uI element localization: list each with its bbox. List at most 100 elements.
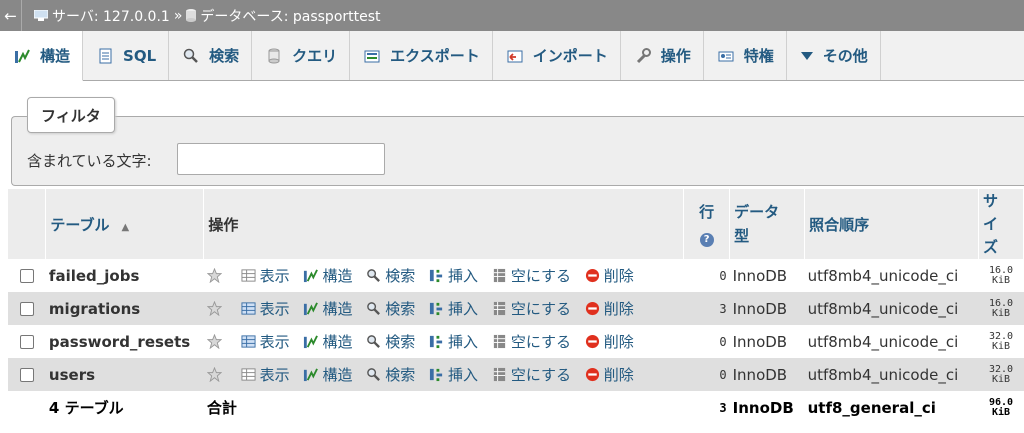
empty-action[interactable]: 空にする (492, 298, 571, 319)
insert-icon (429, 269, 443, 282)
row-collation: utf8mb4_unicode_ci (804, 292, 979, 325)
drop-action[interactable]: 削除 (585, 364, 634, 385)
browse-action[interactable]: 表示 (241, 298, 290, 319)
empty-action[interactable]: 空にする (492, 265, 571, 286)
header-actions: 操作 (203, 189, 685, 259)
help-icon[interactable]: ? (699, 233, 714, 247)
favorite-star-icon[interactable] (206, 333, 222, 349)
table-name-link[interactable]: password_resets (45, 325, 204, 358)
insert-label: 挿入 (448, 332, 479, 351)
summary-row: 4 テーブル 合計 3 InnoDB utf8_general_ci 96.0 K… (8, 391, 1024, 424)
row-actions: 表示 構造 検索 挿入 空にする 削除 (203, 259, 684, 292)
insert-action[interactable]: 挿入 (429, 331, 478, 352)
browse-label: 表示 (259, 299, 290, 318)
tab-query[interactable]: クエリ (252, 31, 351, 80)
favorite-star-icon[interactable] (206, 267, 222, 283)
insert-action[interactable]: 挿入 (429, 298, 478, 319)
favorite-star-icon[interactable] (206, 366, 222, 382)
row-checkbox[interactable] (19, 269, 34, 283)
structure-action[interactable]: 構造 (303, 298, 352, 319)
tab-export[interactable]: エクスポート (350, 31, 493, 80)
empty-action[interactable]: 空にする (492, 331, 571, 352)
tab-sql[interactable]: SQL (83, 31, 170, 80)
row-size[interactable]: 32.0 KiB (978, 358, 1024, 391)
insert-icon (429, 335, 443, 348)
row-checkbox[interactable] (19, 302, 34, 316)
insert-label: 挿入 (448, 365, 479, 384)
browse-action[interactable]: 表示 (241, 331, 290, 352)
structure-label: 構造 (322, 266, 353, 285)
tab-search[interactable]: 検索 (169, 31, 253, 80)
structure-action[interactable]: 構造 (303, 364, 352, 385)
row-count: 0 (683, 259, 730, 292)
structure-icon (304, 367, 319, 381)
tab-import[interactable]: インポート (493, 31, 621, 80)
insert-icon (429, 368, 443, 381)
empty-table-icon (493, 268, 505, 282)
row-actions: 表示 構造 検索 挿入 空にする 削除 (203, 325, 684, 358)
header-rows-label: 行 (699, 203, 715, 221)
header-size[interactable]: サイズ (978, 189, 1024, 259)
structure-icon (304, 301, 319, 315)
browse-label: 表示 (259, 266, 290, 285)
row-actions: 表示 構造 検索 挿入 空にする 削除 (203, 292, 684, 325)
row-size-unit: KiB (991, 274, 1011, 286)
header-collation[interactable]: 照合順序 (804, 189, 980, 259)
browse-action[interactable]: 表示 (241, 364, 290, 385)
server-icon (34, 10, 48, 21)
row-checkbox[interactable] (19, 335, 34, 349)
row-size[interactable]: 16.0 KiB (978, 292, 1024, 325)
search-action[interactable]: 検索 (366, 364, 415, 385)
row-engine: InnoDB (729, 325, 805, 358)
drop-action[interactable]: 削除 (585, 298, 634, 319)
row-size[interactable]: 16.0 KiB (978, 259, 1024, 292)
insert-action[interactable]: 挿入 (429, 364, 478, 385)
header-table[interactable]: テーブル ▲ (45, 189, 205, 259)
empty-label: 空にする (510, 266, 571, 285)
tab-more[interactable]: その他 (787, 31, 881, 80)
breadcrumb-server[interactable]: サーバ: 127.0.0.1 (34, 6, 170, 26)
row-checkbox[interactable] (19, 368, 34, 382)
row-engine: InnoDB (729, 259, 805, 292)
tab-operations[interactable]: 操作 (621, 31, 704, 80)
back-arrow-icon[interactable]: ← (0, 0, 22, 31)
empty-label: 空にする (510, 332, 571, 351)
row-size[interactable]: 32.0 KiB (978, 325, 1024, 358)
browse-action[interactable]: 表示 (241, 265, 290, 286)
row-size-unit: KiB (991, 373, 1011, 385)
filter-label: 含まれている文字: (27, 152, 152, 170)
filter-input[interactable] (177, 143, 385, 175)
drop-action[interactable]: 削除 (585, 265, 634, 286)
tab-structure[interactable]: 構造 (0, 31, 84, 81)
table-name-link[interactable]: users (45, 358, 204, 391)
drop-action[interactable]: 削除 (585, 331, 634, 352)
structure-action[interactable]: 構造 (303, 265, 352, 286)
insert-action[interactable]: 挿入 (429, 265, 478, 286)
search-action[interactable]: 検索 (366, 298, 415, 319)
structure-action[interactable]: 構造 (303, 331, 352, 352)
search-icon (183, 48, 199, 63)
search-action[interactable]: 検索 (366, 265, 415, 286)
insert-label: 挿入 (448, 299, 479, 318)
header-checkbox-col (8, 189, 47, 259)
header-rows[interactable]: 行 ? (683, 189, 731, 259)
header-table-label: テーブル (50, 215, 110, 234)
header-type[interactable]: データ型 (729, 189, 806, 259)
main-tabs: 構造 SQL 検索 クエリ エクスポート インポート 操作 特権 その他 (0, 31, 1024, 81)
row-engine: InnoDB (729, 292, 805, 325)
browse-icon (241, 334, 256, 348)
breadcrumb-database[interactable]: データベース: passporttest (186, 6, 381, 26)
search-action[interactable]: 検索 (366, 331, 415, 352)
structure-icon (15, 49, 30, 63)
table-name-link[interactable]: failed_jobs (45, 259, 204, 292)
tab-privileges[interactable]: 特権 (704, 31, 787, 80)
drop-label: 削除 (603, 332, 634, 351)
row-collation: utf8mb4_unicode_ci (804, 325, 979, 358)
structure-label: 構造 (322, 365, 353, 384)
row-collation: utf8mb4_unicode_ci (804, 259, 979, 292)
breadcrumb-separator: » (173, 7, 183, 24)
empty-action[interactable]: 空にする (492, 364, 571, 385)
drop-label: 削除 (603, 266, 634, 285)
favorite-star-icon[interactable] (206, 300, 222, 316)
table-name-link[interactable]: migrations (45, 292, 204, 325)
